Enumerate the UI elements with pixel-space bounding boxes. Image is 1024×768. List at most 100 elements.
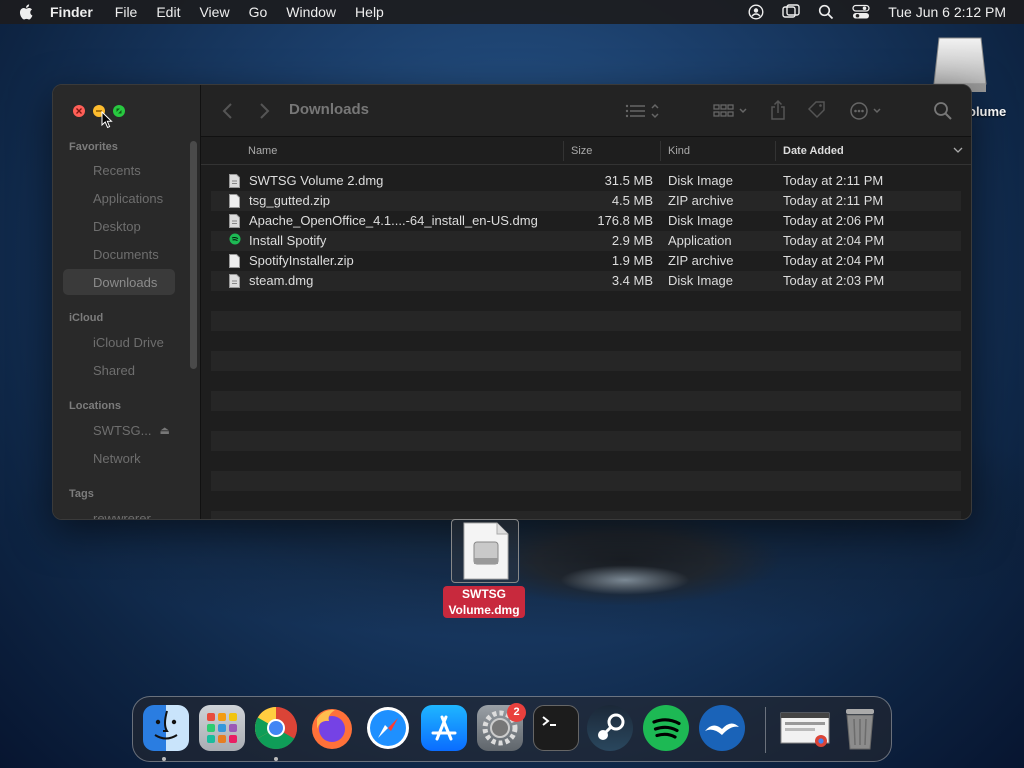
- eject-icon[interactable]: ⏏: [160, 424, 170, 437]
- menu-app-finder[interactable]: Finder: [50, 4, 93, 20]
- file-kind: Disk Image: [668, 213, 734, 228]
- list-view-icon[interactable]: [625, 101, 661, 121]
- file-size: 176.8 MB: [597, 213, 653, 228]
- dock-chrome[interactable]: [253, 705, 299, 751]
- sidebar-section-favorites: Favorites: [69, 141, 118, 153]
- table-row[interactable]: steam.dmg 3.4 MB Disk Image Today at 2:0…: [211, 271, 961, 291]
- sidebar-item-documents[interactable]: Documents: [63, 241, 175, 267]
- dock-app-store[interactable]: [421, 705, 467, 751]
- sidebar-item-downloads[interactable]: Downloads: [63, 269, 175, 295]
- sidebar-item-shared[interactable]: Shared: [63, 357, 175, 383]
- column-header-kind[interactable]: Kind: [668, 145, 690, 157]
- file-size: 4.5 MB: [611, 193, 653, 208]
- finder-window: Favorites Recents Applications Desktop D…: [52, 84, 972, 520]
- sidebar-item-label: Applications: [93, 190, 164, 206]
- menu-file[interactable]: File: [115, 4, 138, 20]
- file-name: steam.dmg: [249, 273, 314, 288]
- share-icon[interactable]: [769, 99, 787, 121]
- sidebar-scrollbar[interactable]: [190, 141, 197, 369]
- dock-separator: [765, 707, 766, 753]
- user-icon[interactable]: [748, 4, 764, 20]
- close-window-button[interactable]: [73, 105, 85, 117]
- dock-chrome-window[interactable]: [779, 705, 830, 751]
- wallpaper-foam: [560, 565, 690, 595]
- terminal-icon: [542, 716, 556, 726]
- sidebar-item-applications[interactable]: Applications: [63, 185, 175, 211]
- dock-spotify[interactable]: [643, 705, 689, 751]
- file-name: SpotifyInstaller.zip: [249, 253, 354, 268]
- close-icon: [76, 108, 82, 114]
- dock-firefox[interactable]: [309, 705, 355, 751]
- column-divider[interactable]: [775, 141, 776, 161]
- chevron-down-icon[interactable]: [953, 145, 963, 155]
- table-row[interactable]: tsg_gutted.zip 4.5 MB ZIP archive Today …: [211, 191, 961, 211]
- desktop-file-label-line: Volume.dmg: [448, 603, 520, 617]
- table-row[interactable]: Apache_OpenOffice_4.1....-64_install_en-…: [211, 211, 961, 231]
- launchpad-icon: [207, 713, 237, 743]
- empty-row: [211, 491, 961, 511]
- sidebar-item-desktop[interactable]: Desktop: [63, 213, 175, 239]
- spotify-icon: [652, 718, 681, 739]
- column-header-size[interactable]: Size: [571, 145, 592, 157]
- dock-trash[interactable]: [837, 705, 883, 751]
- dock-openoffice[interactable]: [699, 705, 745, 751]
- maximize-window-button[interactable]: [113, 105, 125, 117]
- sidebar-item-icloud-drive[interactable]: iCloud Drive: [63, 329, 175, 355]
- column-header-name[interactable]: Name: [248, 145, 277, 157]
- menu-window[interactable]: Window: [286, 4, 336, 20]
- menu-help[interactable]: Help: [355, 4, 384, 20]
- column-headers: Name Size Kind Date Added: [201, 137, 971, 165]
- empty-row: [211, 511, 961, 519]
- firefox-icon: [312, 709, 352, 749]
- sidebar-item-network[interactable]: Network: [63, 445, 175, 471]
- screen-mirror-icon[interactable]: [782, 4, 800, 20]
- menu-view[interactable]: View: [199, 4, 229, 20]
- column-divider[interactable]: [563, 141, 564, 161]
- file-size: 1.9 MB: [611, 253, 653, 268]
- search-icon[interactable]: [818, 4, 834, 20]
- empty-row: [211, 311, 961, 331]
- sidebar-item-label: Desktop: [93, 218, 141, 234]
- file-name: Apache_OpenOffice_4.1....-64_install_en-…: [249, 213, 538, 228]
- sidebar-item-swtsg-volume[interactable]: SWTSG... ⏏: [63, 417, 175, 443]
- desktop-dmg-file[interactable]: [451, 519, 519, 583]
- desktop-file-label[interactable]: SWTSG Volume.dmg: [443, 586, 525, 618]
- sidebar-section-icloud: iCloud: [69, 312, 104, 324]
- empty-row: [211, 351, 961, 371]
- empty-row: [211, 391, 961, 411]
- document-icon: [229, 274, 240, 288]
- sidebar-item-label: Recents: [93, 162, 141, 178]
- sidebar-item-label: SWTSG...: [93, 422, 152, 438]
- safari-icon: [367, 707, 409, 749]
- column-divider[interactable]: [660, 141, 661, 161]
- dock-terminal[interactable]: [533, 705, 579, 751]
- file-kind: Disk Image: [668, 273, 734, 288]
- dock-steam[interactable]: [587, 705, 633, 751]
- control-center-icon[interactable]: [852, 4, 870, 20]
- dock-finder[interactable]: [143, 705, 189, 751]
- window-controls: [73, 105, 125, 117]
- table-row[interactable]: Install Spotify 2.9 MB Application Today…: [211, 231, 961, 251]
- apple-menu-icon[interactable]: [18, 3, 36, 21]
- column-header-date-added[interactable]: Date Added: [783, 145, 844, 157]
- menu-edit[interactable]: Edit: [156, 4, 180, 20]
- sidebar-item-label: iCloud Drive: [93, 334, 164, 350]
- group-by-icon[interactable]: [713, 101, 749, 121]
- tag-icon[interactable]: [807, 100, 827, 120]
- back-button[interactable]: [221, 101, 235, 121]
- table-row[interactable]: SWTSG Volume 2.dmg 31.5 MB Disk Image To…: [211, 171, 961, 191]
- more-actions-icon[interactable]: [849, 101, 885, 121]
- sidebar-item-recents[interactable]: Recents: [63, 157, 175, 183]
- file-kind: ZIP archive: [668, 193, 734, 208]
- sidebar-item-tag[interactable]: rewwrerer: [63, 505, 175, 520]
- search-icon[interactable]: [933, 101, 953, 121]
- empty-row: [211, 331, 961, 351]
- forward-button[interactable]: [257, 101, 271, 121]
- desktop-volume-label[interactable]: olume: [968, 104, 1006, 119]
- menu-bar-clock[interactable]: Tue Jun 6 2:12 PM: [888, 4, 1006, 20]
- table-row[interactable]: SpotifyInstaller.zip 1.9 MB ZIP archive …: [211, 251, 961, 271]
- dock-safari[interactable]: [365, 705, 411, 751]
- menu-go[interactable]: Go: [249, 4, 268, 20]
- dock-launchpad[interactable]: [199, 705, 245, 751]
- empty-row: [211, 371, 961, 391]
